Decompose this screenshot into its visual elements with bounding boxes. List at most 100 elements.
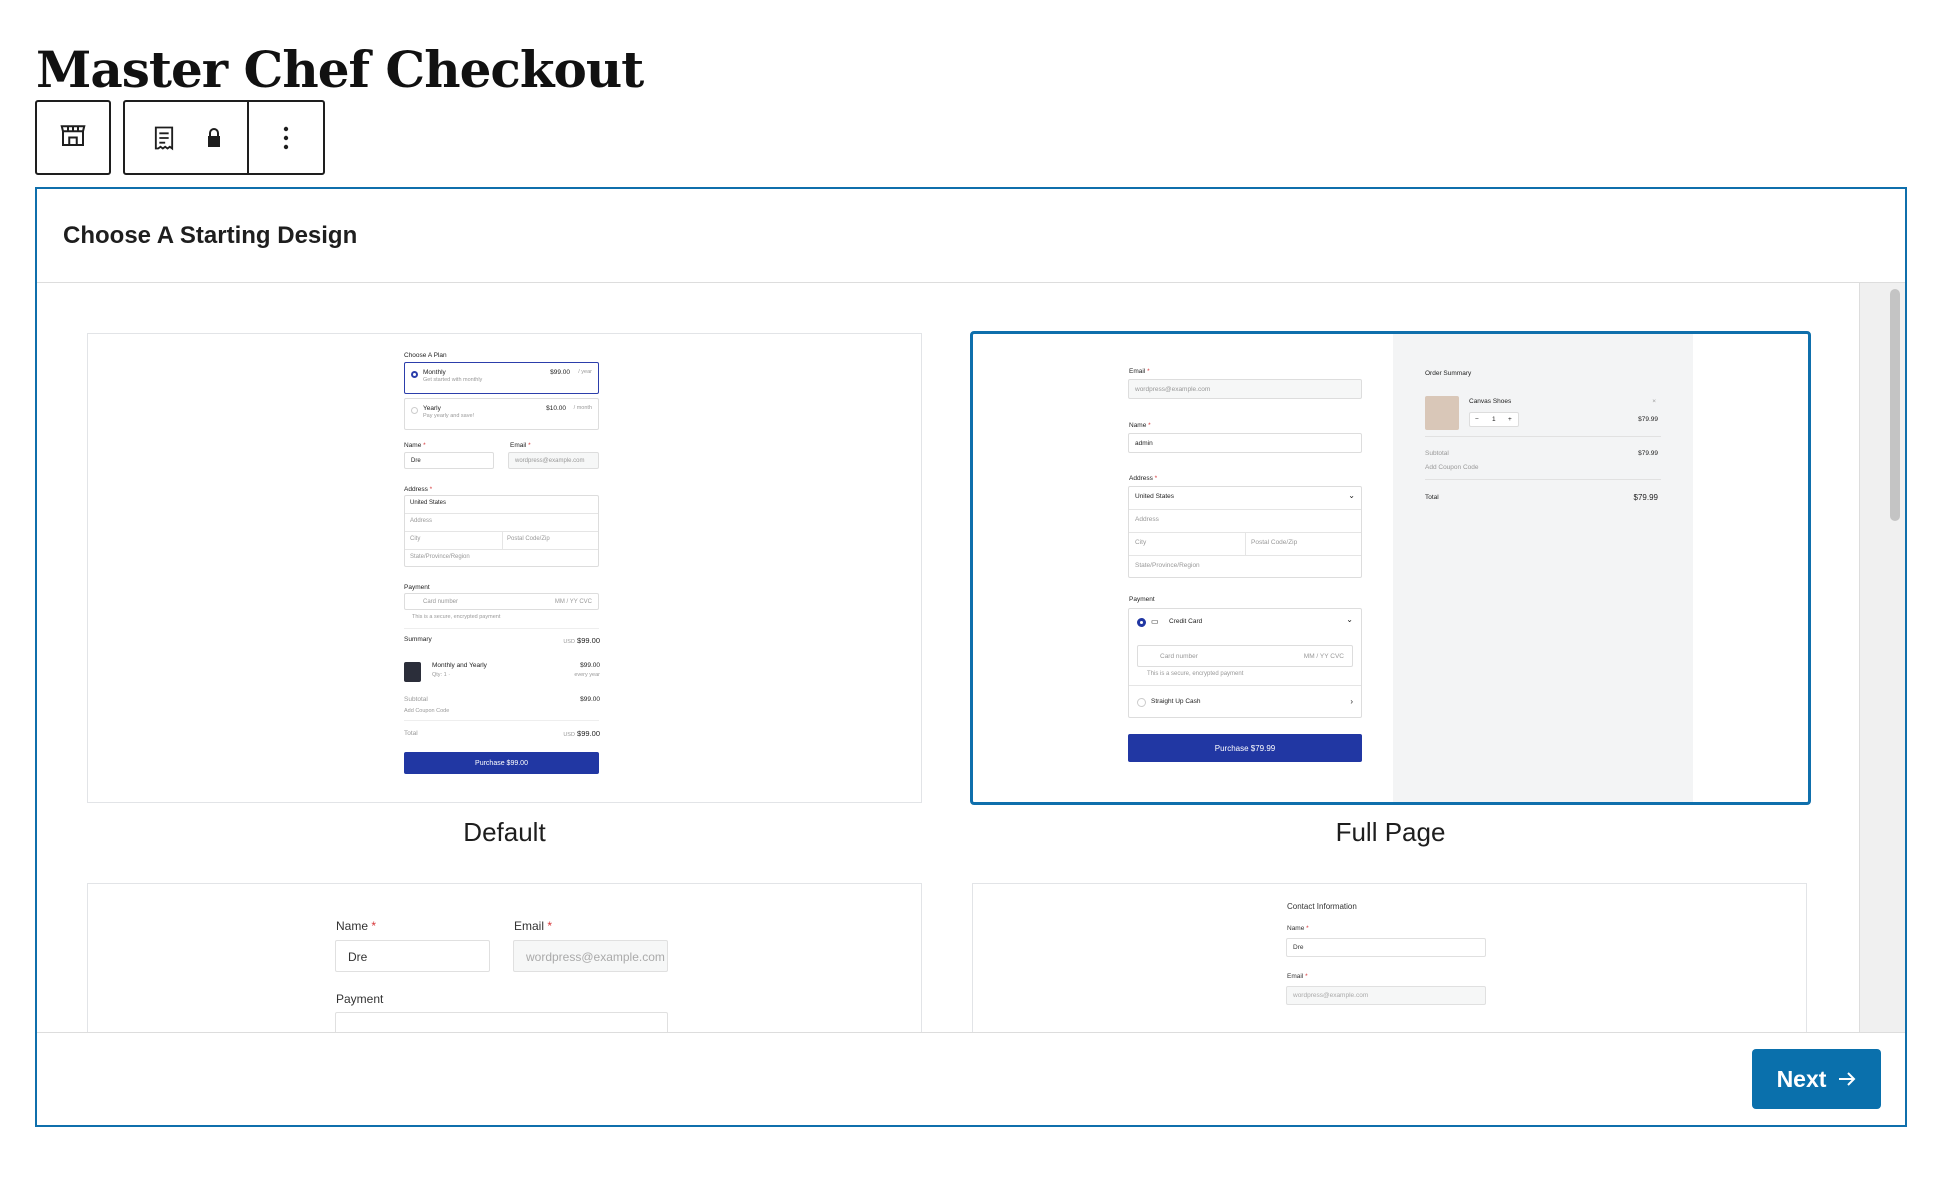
fp-total-value: $79.99 xyxy=(1633,493,1658,502)
design-card-3[interactable]: Name * Email * Dre wordpress@example.com… xyxy=(87,883,922,1032)
plan-yearly-price: $10.00 xyxy=(546,405,566,412)
coupon-link[interactable]: Add Coupon Code xyxy=(404,708,449,714)
fp-address-label: Address * xyxy=(1129,475,1158,482)
payment-label: Payment xyxy=(404,584,430,591)
fp-email-input[interactable]: wordpress@example.com xyxy=(1128,379,1362,399)
p4-name-input[interactable]: Dre xyxy=(1286,938,1486,957)
arrow-right-icon xyxy=(1838,1066,1856,1093)
item-name: Monthly and Yearly xyxy=(432,662,487,669)
fp-name-label: Name * xyxy=(1129,422,1151,429)
p3-email-placeholder: wordpress@example.com xyxy=(526,950,665,964)
design-card-4[interactable]: Contact Information Name * Dre Email * w… xyxy=(972,883,1807,1032)
p3-name-value: Dre xyxy=(348,950,368,964)
receipt-icon[interactable] xyxy=(139,108,189,168)
design-card-default[interactable]: Choose A Plan Monthly Get started with m… xyxy=(87,333,922,803)
modal-title: Choose A Starting Design xyxy=(37,189,1905,283)
subtotal-value: $99.00 xyxy=(580,696,600,703)
lock-icon[interactable] xyxy=(189,108,239,168)
more-vertical-icon[interactable] xyxy=(249,108,323,168)
email-placeholder: wordpress@example.com xyxy=(515,458,585,464)
p3-payment-label: Payment xyxy=(336,992,384,1006)
name-value: Dre xyxy=(411,458,421,464)
design-card-full-page[interactable]: Email * wordpress@example.com Name * adm… xyxy=(970,331,1811,805)
fp-address-fields[interactable]: United States ⌄ Address City Postal Code… xyxy=(1128,486,1362,578)
plan-monthly-label: Monthly xyxy=(423,369,446,376)
design-picker-modal: Choose A Starting Design Choose A Plan M… xyxy=(35,187,1907,1127)
p3-email-input[interactable]: wordpress@example.com xyxy=(513,940,668,972)
state-placeholder: State/Province/Region xyxy=(410,554,470,560)
p4-contact-info-label: Contact Information xyxy=(1287,902,1357,911)
fp-payment-label: Payment xyxy=(1129,596,1155,603)
chevron-down-icon: ⌄ xyxy=(1346,615,1353,624)
email-label: Email * xyxy=(510,442,531,449)
fp-subtotal-label: Subtotal xyxy=(1425,450,1449,457)
fp-payment-methods[interactable]: ▭ Credit Card ⌄ Card number MM / YY CVC … xyxy=(1128,608,1362,718)
email-input[interactable]: wordpress@example.com xyxy=(508,452,599,469)
secure-note: This is a secure, encrypted payment xyxy=(412,614,501,620)
address-fields[interactable]: United States Address City Postal Code/Z… xyxy=(404,495,599,567)
page-title: Master Chef Checkout xyxy=(36,40,644,99)
fp-credit-card-label: Credit Card xyxy=(1169,618,1203,625)
postal-placeholder: Postal Code/Zip xyxy=(507,536,550,542)
city-placeholder: City xyxy=(410,536,421,542)
fp-email-placeholder: wordpress@example.com xyxy=(1135,386,1211,393)
fp-state-placeholder: State/Province/Region xyxy=(1135,562,1200,569)
fp-name-input[interactable]: admin xyxy=(1128,433,1362,453)
choose-plan-label: Choose A Plan xyxy=(404,352,447,359)
plan-monthly-price: $99.00 xyxy=(550,369,570,376)
chevron-down-icon: ⌄ xyxy=(1348,491,1355,500)
fp-secure-note: This is a secure, encrypted payment xyxy=(1147,671,1244,677)
block-toolbar xyxy=(123,100,325,175)
item-period: every year xyxy=(574,672,600,678)
fp-name-value: admin xyxy=(1135,440,1153,447)
default-preview: Choose A Plan Monthly Get started with m… xyxy=(404,352,600,792)
block-type-button[interactable] xyxy=(35,100,111,175)
fp-order-summary-label[interactable]: Order Summary xyxy=(1425,370,1471,377)
item-price: $99.00 xyxy=(580,662,600,669)
design-grid: Choose A Plan Monthly Get started with m… xyxy=(37,283,1905,1032)
fp-purchase-label: Purchase $79.99 xyxy=(1214,743,1276,753)
p4-email-placeholder: wordpress@example.com xyxy=(1293,992,1369,999)
item-qty: Qty: 1 · xyxy=(432,672,451,678)
fp-purchase-button[interactable]: Purchase $79.99 xyxy=(1128,734,1362,762)
purchase-button[interactable]: Purchase $99.00 xyxy=(404,752,599,774)
credit-card-icon: ▭ xyxy=(1151,617,1159,626)
plan-monthly-per: / year xyxy=(578,369,592,375)
p3-name-label: Name * xyxy=(336,919,377,933)
plan-yearly-label: Yearly xyxy=(423,405,441,412)
total-value: USD $99.00 xyxy=(563,729,600,738)
next-button[interactable]: Next xyxy=(1752,1049,1881,1109)
fp-quantity-stepper[interactable]: − 1 + xyxy=(1469,412,1519,427)
product-thumbnail xyxy=(404,662,421,682)
design-label-default: Default xyxy=(463,817,546,847)
fp-card-input[interactable]: Card number MM / YY CVC xyxy=(1137,645,1353,667)
p4-email-input[interactable]: wordpress@example.com xyxy=(1286,986,1486,1005)
fp-email-label: Email * xyxy=(1129,368,1150,375)
p3-payment-input[interactable] xyxy=(335,1012,668,1032)
fp-card-placeholder: Card number xyxy=(1160,653,1198,660)
p3-email-label: Email * xyxy=(514,919,553,933)
fp-coupon-link[interactable]: Add Coupon Code xyxy=(1425,464,1479,471)
design-label-full-page: Full Page xyxy=(1335,817,1446,847)
subtotal-label: Subtotal xyxy=(404,696,428,703)
store-icon xyxy=(58,120,88,155)
plan-option-monthly[interactable]: Monthly Get started with monthly $99.00 … xyxy=(404,362,599,394)
card-input[interactable]: Card number MM / YY CVC xyxy=(404,593,599,610)
p3-name-input[interactable]: Dre xyxy=(335,940,490,972)
name-input[interactable]: Dre xyxy=(404,452,494,469)
fp-subtotal-value: $79.99 xyxy=(1638,450,1658,457)
card-exp: MM / YY CVC xyxy=(554,599,592,605)
scrollbar[interactable] xyxy=(1859,283,1905,1032)
card-placeholder: Card number xyxy=(423,599,459,605)
fp-product-image xyxy=(1425,396,1459,430)
name-label: Name * xyxy=(404,442,426,449)
close-icon[interactable]: × xyxy=(1652,398,1656,405)
purchase-label: Purchase $99.00 xyxy=(475,759,528,767)
scrollbar-thumb[interactable] xyxy=(1890,289,1900,521)
plan-yearly-per: / month xyxy=(573,405,592,411)
total-label: Total xyxy=(404,730,418,737)
fp-total-label: Total xyxy=(1425,494,1439,501)
address-placeholder: Address xyxy=(410,518,433,524)
p4-name-label: Name * xyxy=(1287,925,1309,932)
plan-option-yearly[interactable]: Yearly Pay yearly and save! $10.00 / mon… xyxy=(404,398,599,430)
